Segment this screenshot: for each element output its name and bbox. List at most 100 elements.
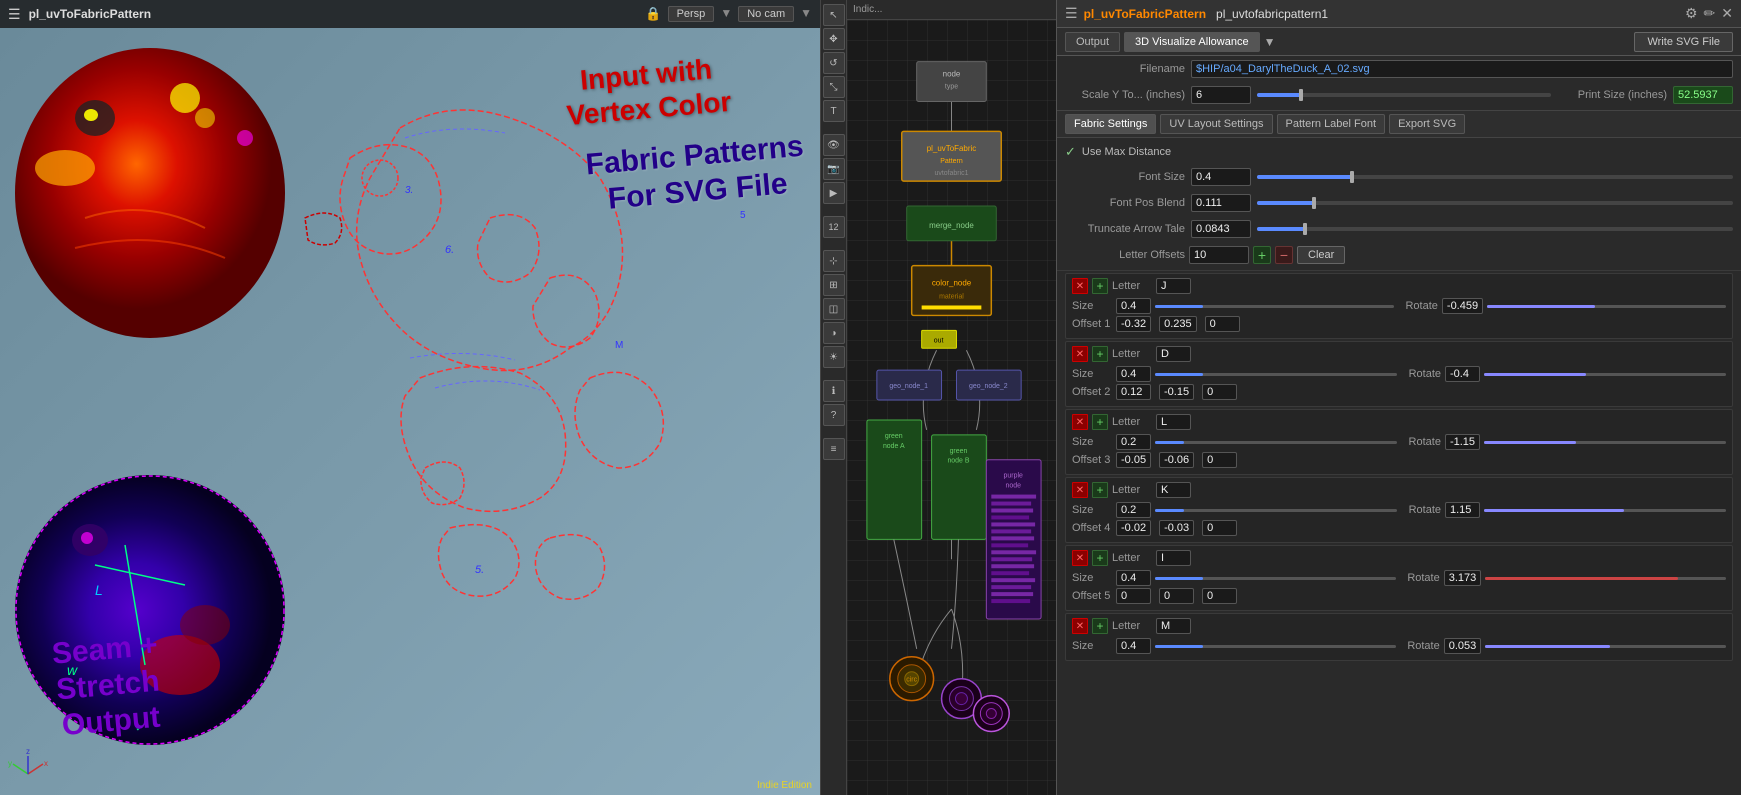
letter-m-size-value[interactable]: 0.4	[1116, 638, 1151, 654]
toolbar-btn-select[interactable]: ↖	[823, 4, 845, 26]
letter-l-size-slider[interactable]	[1155, 441, 1397, 444]
persp-menu[interactable]: Persp	[668, 6, 715, 22]
toolbar-btn-layers[interactable]: ≡	[823, 438, 845, 460]
letter-i-size-value[interactable]: 0.4	[1116, 570, 1151, 586]
letter-d-rotate-slider[interactable]	[1484, 373, 1726, 376]
truncate-arrow-slider[interactable]	[1257, 227, 1733, 231]
letter-j-offset-x[interactable]: -0.32	[1116, 316, 1151, 332]
letter-i-offset-x[interactable]: 0	[1116, 588, 1151, 604]
letter-d-add[interactable]: +	[1092, 346, 1108, 362]
letter-k-offset-y[interactable]: -0.03	[1159, 520, 1194, 536]
letter-i-rotate-slider[interactable]	[1485, 577, 1726, 580]
letter-m-remove[interactable]: ✕	[1072, 618, 1088, 634]
lock-icon[interactable]: 🔒	[645, 6, 661, 22]
cam-menu[interactable]: No cam	[738, 6, 794, 22]
letter-l-rotate-value[interactable]: -1.15	[1445, 434, 1480, 450]
use-max-distance-label[interactable]: Use Max Distance	[1082, 146, 1171, 158]
letter-l-add[interactable]: +	[1092, 414, 1108, 430]
toolbar-btn-scale[interactable]: ⤡	[823, 76, 845, 98]
letter-j-offset-z[interactable]: 0	[1205, 316, 1240, 332]
toolbar-btn-move[interactable]: ✥	[823, 28, 845, 50]
letter-k-rotate-slider[interactable]	[1484, 509, 1726, 512]
letter-d-offset-y[interactable]: -0.15	[1159, 384, 1194, 400]
btn-export-svg[interactable]: Export SVG	[1389, 114, 1465, 134]
letter-i-offset-y[interactable]: 0	[1159, 588, 1194, 604]
letter-d-rotate-value[interactable]: -0.4	[1445, 366, 1480, 382]
scale-y-slider[interactable]	[1257, 93, 1551, 97]
clear-btn[interactable]: Clear	[1297, 246, 1345, 264]
font-size-slider[interactable]	[1257, 175, 1733, 179]
letter-offsets-value[interactable]: 10	[1189, 246, 1249, 264]
letter-k-size-value[interactable]: 0.2	[1116, 502, 1151, 518]
letter-d-size-value[interactable]: 0.4	[1116, 366, 1151, 382]
letter-k-rotate-value[interactable]: 1.15	[1445, 502, 1480, 518]
letter-m-rotate-value[interactable]: 0.053	[1444, 638, 1482, 654]
letter-k-remove[interactable]: ✕	[1072, 482, 1088, 498]
tab-visualize[interactable]: 3D Visualize Allowance	[1124, 32, 1260, 52]
gear-icon[interactable]: ⚙	[1685, 5, 1698, 22]
toolbar-btn-12[interactable]: 12	[823, 216, 845, 238]
letter-j-rotate-slider[interactable]	[1487, 305, 1726, 308]
letter-j-add[interactable]: +	[1092, 278, 1108, 294]
letter-d-offset-x[interactable]: 0.12	[1116, 384, 1151, 400]
toolbar-btn-info[interactable]: ℹ	[823, 380, 845, 402]
letter-i-remove[interactable]: ✕	[1072, 550, 1088, 566]
toolbar-btn-transform[interactable]: T	[823, 100, 845, 122]
letter-l-offset-y[interactable]: -0.06	[1159, 452, 1194, 468]
letter-j-size-value[interactable]: 0.4	[1116, 298, 1151, 314]
letter-m-size-slider[interactable]	[1155, 645, 1396, 648]
letter-d-offset-z[interactable]: 0	[1202, 384, 1237, 400]
letter-i-size-slider[interactable]	[1155, 577, 1396, 580]
letter-d-remove[interactable]: ✕	[1072, 346, 1088, 362]
toolbar-btn-shade[interactable]: ◑	[823, 322, 845, 344]
font-pos-blend-slider[interactable]	[1257, 201, 1733, 205]
letter-m-value[interactable]: M	[1156, 618, 1191, 634]
letter-l-rotate-slider[interactable]	[1484, 441, 1726, 444]
letter-i-value[interactable]: I	[1156, 550, 1191, 566]
letter-j-value[interactable]: J	[1156, 278, 1191, 294]
letter-k-value[interactable]: K	[1156, 482, 1191, 498]
letter-j-offset-y[interactable]: 0.235	[1159, 316, 1197, 332]
toolbar-btn-rotate[interactable]: ↺	[823, 52, 845, 74]
letter-i-offset-z[interactable]: 0	[1202, 588, 1237, 604]
filename-value[interactable]: $HIP/a04_DarylTheDuck_A_02.svg	[1191, 60, 1733, 78]
toolbar-btn-camera[interactable]: 📷	[823, 158, 845, 180]
edit-icon[interactable]: ✏	[1704, 5, 1716, 22]
remove-offset-btn[interactable]: −	[1275, 246, 1293, 264]
letter-i-rotate-value[interactable]: 3.173	[1444, 570, 1482, 586]
letter-d-size-slider[interactable]	[1155, 373, 1397, 376]
node-graph-bg[interactable]: node type pl_uvToFabric Pattern uvtofabr…	[847, 20, 1056, 795]
panel-hamburger[interactable]: ☰	[1065, 5, 1078, 22]
hamburger-icon[interactable]: ☰	[8, 6, 21, 23]
tab-output[interactable]: Output	[1065, 32, 1120, 52]
letter-j-size-slider[interactable]	[1155, 305, 1394, 308]
letter-d-value[interactable]: D	[1156, 346, 1191, 362]
scale-y-value[interactable]: 6	[1191, 86, 1251, 104]
font-size-value[interactable]: 0.4	[1191, 168, 1251, 186]
btn-fabric-settings[interactable]: Fabric Settings	[1065, 114, 1156, 134]
letter-k-offset-z[interactable]: 0	[1202, 520, 1237, 536]
panel-content[interactable]: Filename $HIP/a04_DarylTheDuck_A_02.svg …	[1057, 56, 1741, 795]
letter-j-remove[interactable]: ✕	[1072, 278, 1088, 294]
font-pos-blend-value[interactable]: 0.111	[1191, 194, 1251, 212]
toolbar-btn-view[interactable]: 👁	[823, 134, 845, 156]
letter-l-offset-z[interactable]: 0	[1202, 452, 1237, 468]
letter-l-offset-x[interactable]: -0.05	[1116, 452, 1151, 468]
toolbar-btn-wireframe[interactable]: ◫	[823, 298, 845, 320]
letter-j-rotate-value[interactable]: -0.459	[1442, 298, 1483, 314]
toolbar-btn-grid[interactable]: ⊞	[823, 274, 845, 296]
toolbar-btn-light[interactable]: ☀	[823, 346, 845, 368]
letter-l-remove[interactable]: ✕	[1072, 414, 1088, 430]
truncate-arrow-value[interactable]: 0.0843	[1191, 220, 1251, 238]
btn-uv-layout[interactable]: UV Layout Settings	[1160, 114, 1272, 134]
tab-dropdown-icon[interactable]: ▼	[1264, 35, 1276, 49]
letter-k-size-slider[interactable]	[1155, 509, 1397, 512]
btn-pattern-label[interactable]: Pattern Label Font	[1277, 114, 1386, 134]
letter-l-size-value[interactable]: 0.2	[1116, 434, 1151, 450]
close-icon[interactable]: ✕	[1721, 5, 1733, 22]
letter-m-rotate-slider[interactable]	[1485, 645, 1726, 648]
letter-l-value[interactable]: L	[1156, 414, 1191, 430]
letter-k-add[interactable]: +	[1092, 482, 1108, 498]
print-size-value[interactable]: 52.5937	[1673, 86, 1733, 104]
letter-m-add[interactable]: +	[1092, 618, 1108, 634]
